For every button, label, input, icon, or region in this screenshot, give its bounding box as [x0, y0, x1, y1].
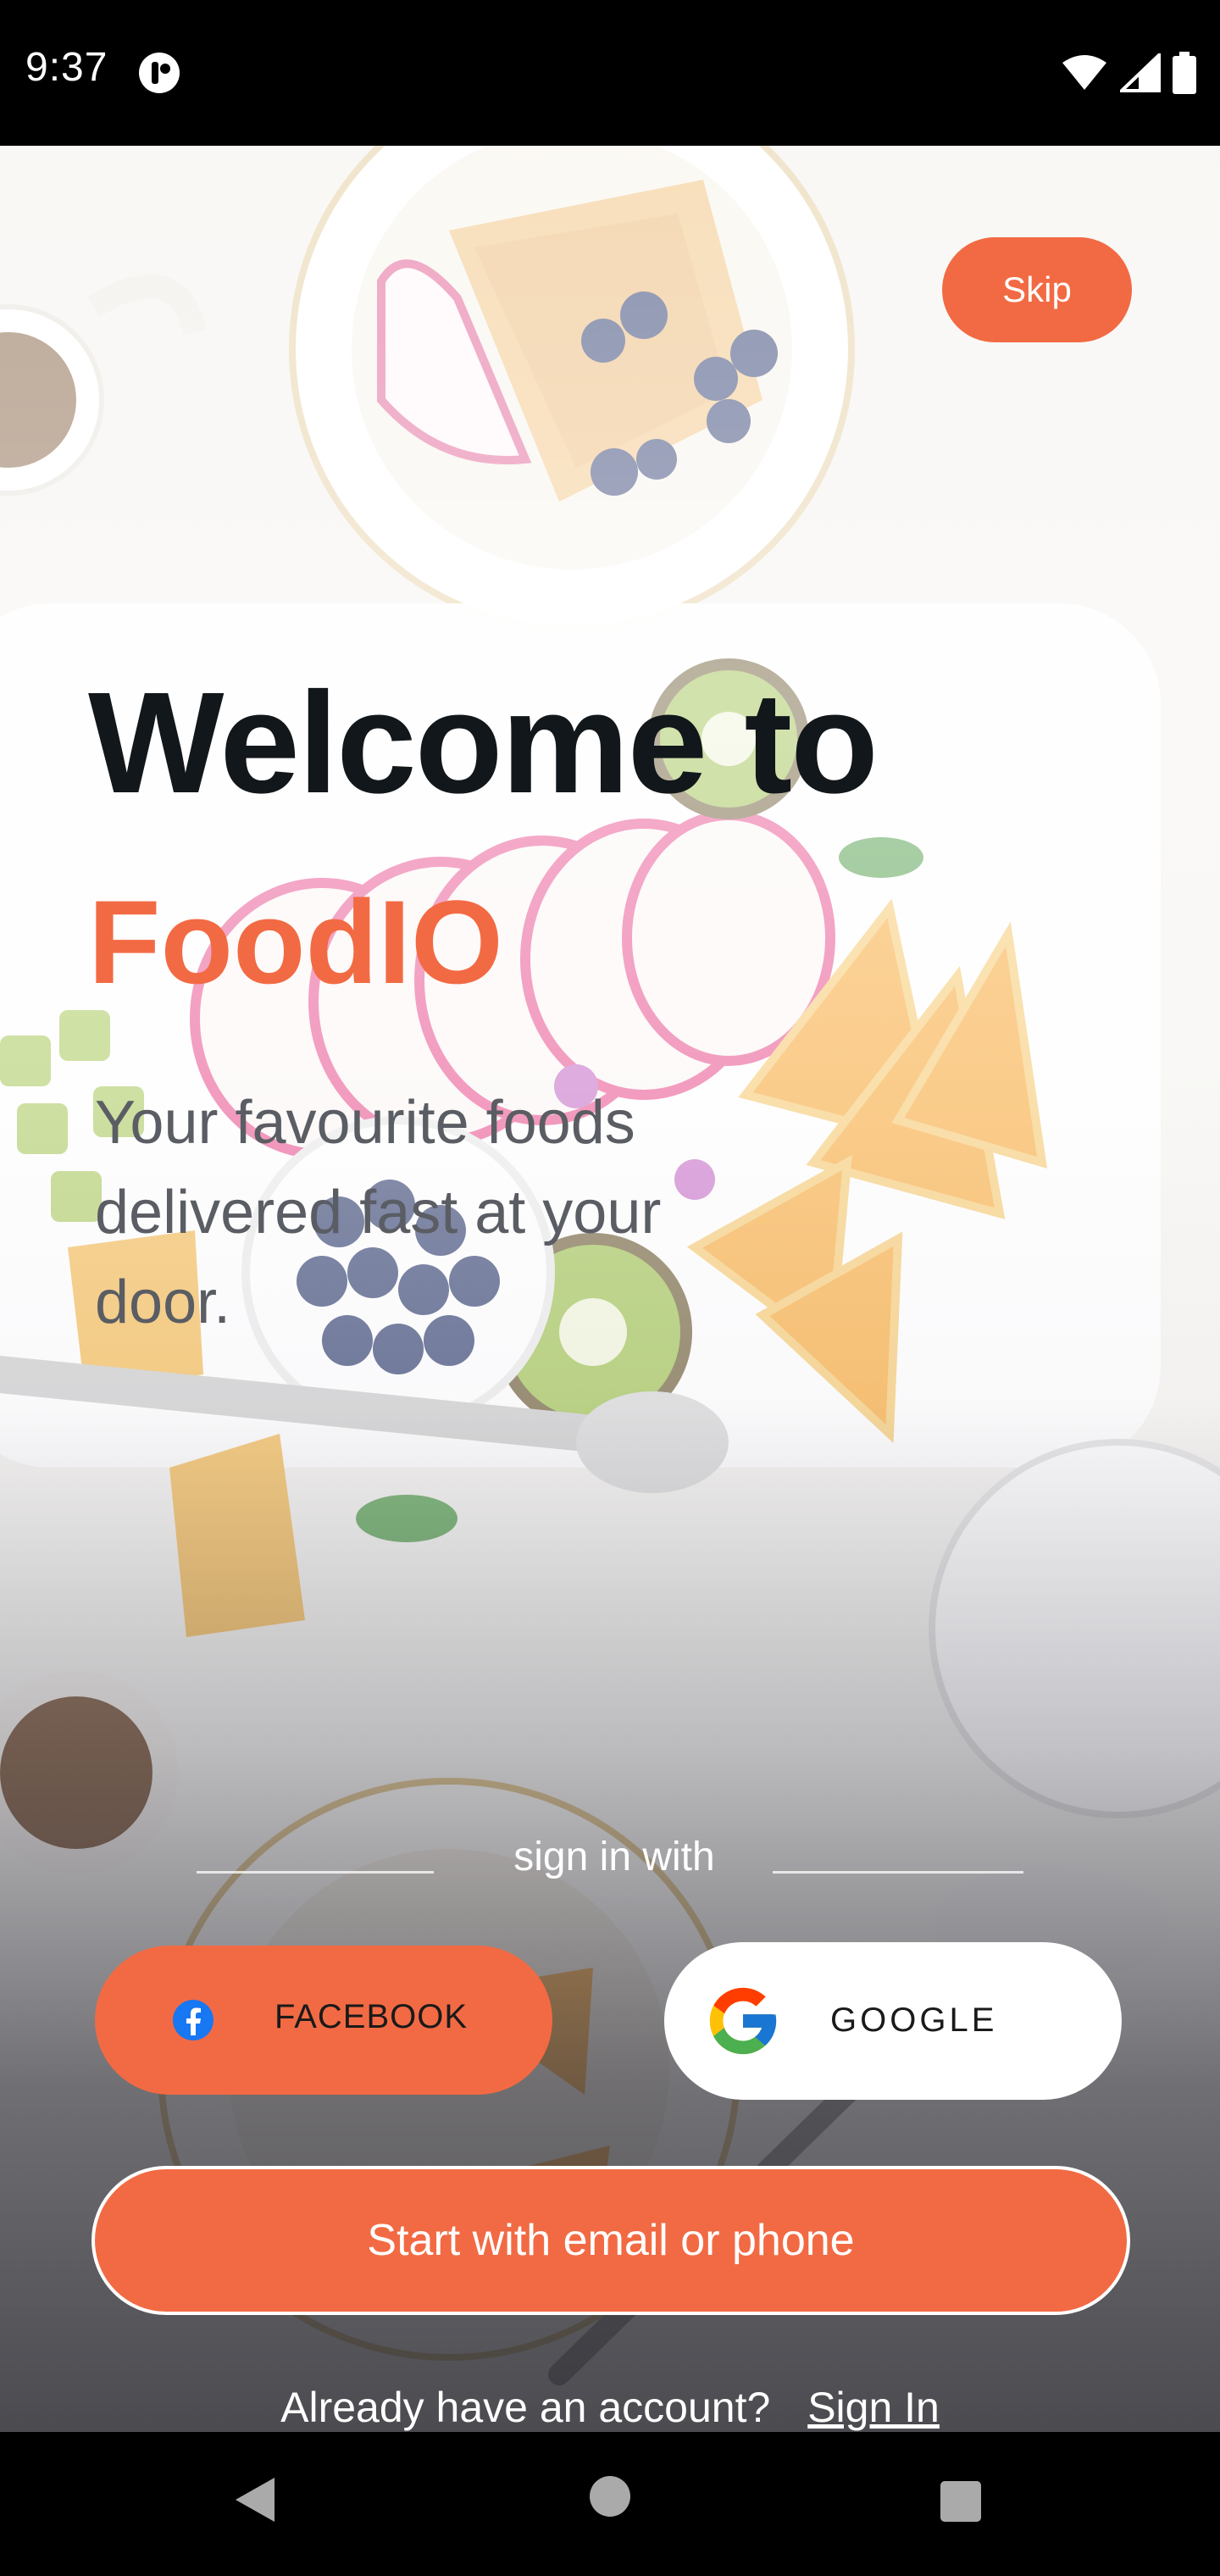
home-circle-icon[interactable] — [588, 2474, 632, 2518]
facebook-icon — [173, 2000, 214, 2040]
wifi-icon — [1062, 55, 1106, 90]
status-bar: 9:37 — [0, 0, 1220, 146]
sign-in-with-label: sign in with — [513, 1835, 715, 1879]
status-time: 9:37 — [25, 45, 108, 90]
brand-name: FoodIO — [88, 875, 503, 1008]
skip-button[interactable]: Skip — [942, 237, 1132, 342]
google-button[interactable]: GOOGLE — [664, 1942, 1122, 2100]
email-phone-button[interactable]: Start with email or phone — [92, 2166, 1130, 2315]
signal-icon — [1120, 53, 1161, 92]
tagline: Your favourite foods delivered fast at y… — [95, 1089, 662, 1336]
divider-right — [773, 1871, 1023, 1874]
account-prompt-row: Already have an account? Sign In — [0, 2383, 1220, 2432]
phone-frame: 9:37 Skip Welcome to FoodIO Your favouri… — [0, 0, 1220, 2576]
sign-in-link[interactable]: Sign In — [807, 2384, 940, 2431]
notification-icon — [139, 53, 180, 93]
welcome-screen: Skip Welcome to FoodIO Your favourite fo… — [0, 146, 1220, 2432]
back-triangle-icon[interactable] — [230, 2474, 278, 2525]
divider-left — [197, 1871, 434, 1874]
facebook-button[interactable]: FACEBOOK — [95, 1946, 552, 2095]
battery-icon — [1173, 52, 1196, 94]
recent-square-icon[interactable] — [939, 2479, 983, 2523]
google-label: GOOGLE — [830, 2001, 998, 2039]
status-icons — [1061, 49, 1196, 97]
facebook-label: FACEBOOK — [274, 1998, 469, 2035]
welcome-title: Welcome to — [88, 663, 879, 824]
google-icon — [709, 1987, 777, 2055]
navigation-bar — [0, 2432, 1220, 2576]
account-prompt: Already have an account? — [280, 2384, 771, 2431]
